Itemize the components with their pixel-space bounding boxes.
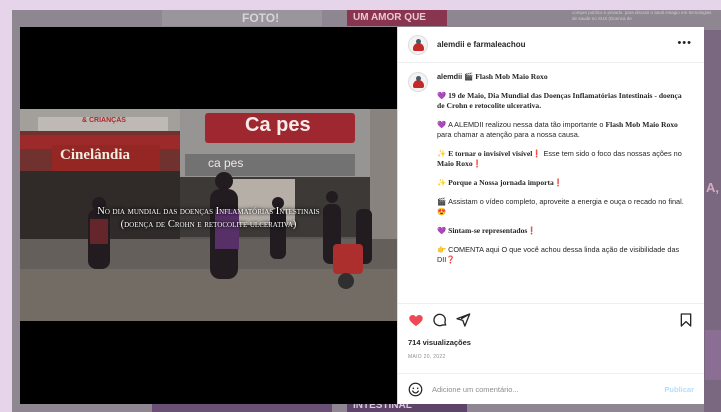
purple-heart-icon: 💜 [437,91,447,100]
caption-p1: 19 de Maio, Dia Mundial das Doenças Infl… [437,91,682,110]
caption-p3-bold2: Maio Roxo [437,159,473,168]
comment-icon[interactable] [432,312,448,328]
post-modal: & CRIANÇAS Cinelândia Ca pes ca pes No d… [20,27,704,404]
video-frame[interactable]: & CRIANÇAS Cinelândia Ca pes ca pes No d… [20,109,397,321]
storefront-right-sign-lower: ca pes [208,156,244,170]
comment-bar: Publicar [398,373,704,405]
caption-p6: Sintam-se representados [448,226,528,235]
avatar[interactable] [408,34,428,55]
video-caption-line-1: No dia mundial das doenças Inflamatórias… [97,206,320,217]
caption-p5: Assistam o vídeo completo, aproveite a e… [448,197,684,206]
caption-p3-mid: Esse tem sido o foco das nossas ações no [541,149,682,158]
exclamation-icon: ❗ [527,226,537,235]
caption-body: alemdii 🎬 Flash Mob Maio Roxo 💜 19 de Maio… [437,72,687,274]
caption-username[interactable]: alemdii [437,72,462,81]
like-heart-icon[interactable] [408,312,424,328]
clapperboard-icon: 🎬 [464,72,474,81]
exclamation-icon: ❗ [472,159,482,168]
point-right-icon: 👉 [437,245,447,254]
bg-top-right-banner: UM AMOR QUE [347,10,447,26]
save-bookmark-icon[interactable] [678,312,694,328]
caption-p2-bold: Flash Mob Maio Roxo [605,120,678,129]
question-icon: ❓ [446,255,456,264]
emoji-icon[interactable] [408,382,423,397]
caption-p2-end: para chamar a atenção para a nossa causa… [437,130,580,139]
bg-top-right-banner-text: UM AMOR QUE [353,12,426,23]
caption-p7: COMENTA aqui O que você achou dessa lind… [437,245,680,264]
share-icon[interactable] [455,312,471,328]
view-count[interactable]: 714 visualizações [408,338,471,347]
post-date: MAIO 20, 2022 [408,354,446,360]
exclamation-icon: ❗ [553,178,563,187]
purple-heart-icon: 💜 [437,226,447,235]
clapperboard-icon: 🎬 [437,197,447,206]
smiling-heart-face-icon: 😍 [437,207,447,216]
bg-top-left-banner-text: FOTO! [242,11,280,25]
caption-p4: Porque a Nossa jornada importa [448,178,554,187]
caption-p2-start: A ALEMDII realizou nessa data tão import… [448,120,606,129]
publish-button[interactable]: Publicar [664,385,694,394]
post-header: alemdii e farmaleachou ••• [398,27,704,63]
bg-right-panel [705,330,721,380]
storefront-left-sign: Cinelândia [60,147,131,163]
sparkles-icon: ✨ [437,178,447,187]
post-side-panel: alemdii e farmaleachou ••• alemdii 🎬 Flas… [397,27,704,404]
caption-row: alemdii 🎬 Flash Mob Maio Roxo 💜 19 de Maio… [408,72,694,274]
more-options-icon[interactable]: ••• [677,37,692,49]
bg-right-text: compre publico e privado. para discutir … [572,10,712,21]
post-actions: 714 visualizações MAIO 20, 2022 Publicar [398,303,704,404]
storefront-right-sign: Ca pes [245,114,311,136]
sparkles-icon: ✨ [437,149,447,158]
post-author-link[interactable]: alemdii e farmaleachou [437,40,525,49]
caption-avatar[interactable] [408,72,428,92]
caption-title: Flash Mob Maio Roxo [475,72,548,81]
bg-right-letters: A, [706,180,719,195]
video-caption-line-2: (doença de Crohn e retocolite ulcerativa… [120,219,297,230]
video-caption: No dia mundial das doenças Inflamatórias… [20,205,397,231]
bg-top-left-banner: FOTO! [162,10,322,26]
storefront-left-top-sign: & CRIANÇAS [82,117,126,124]
video-player[interactable]: & CRIANÇAS Cinelândia Ca pes ca pes No d… [20,27,397,404]
comment-input[interactable] [432,385,652,394]
action-icon-row [408,312,694,328]
caption-p3-bold: E tornar o invisível visível [448,149,533,158]
caption-area[interactable]: alemdii 🎬 Flash Mob Maio Roxo 💜 19 de Maio… [398,64,704,302]
purple-heart-icon: 💜 [437,120,447,129]
